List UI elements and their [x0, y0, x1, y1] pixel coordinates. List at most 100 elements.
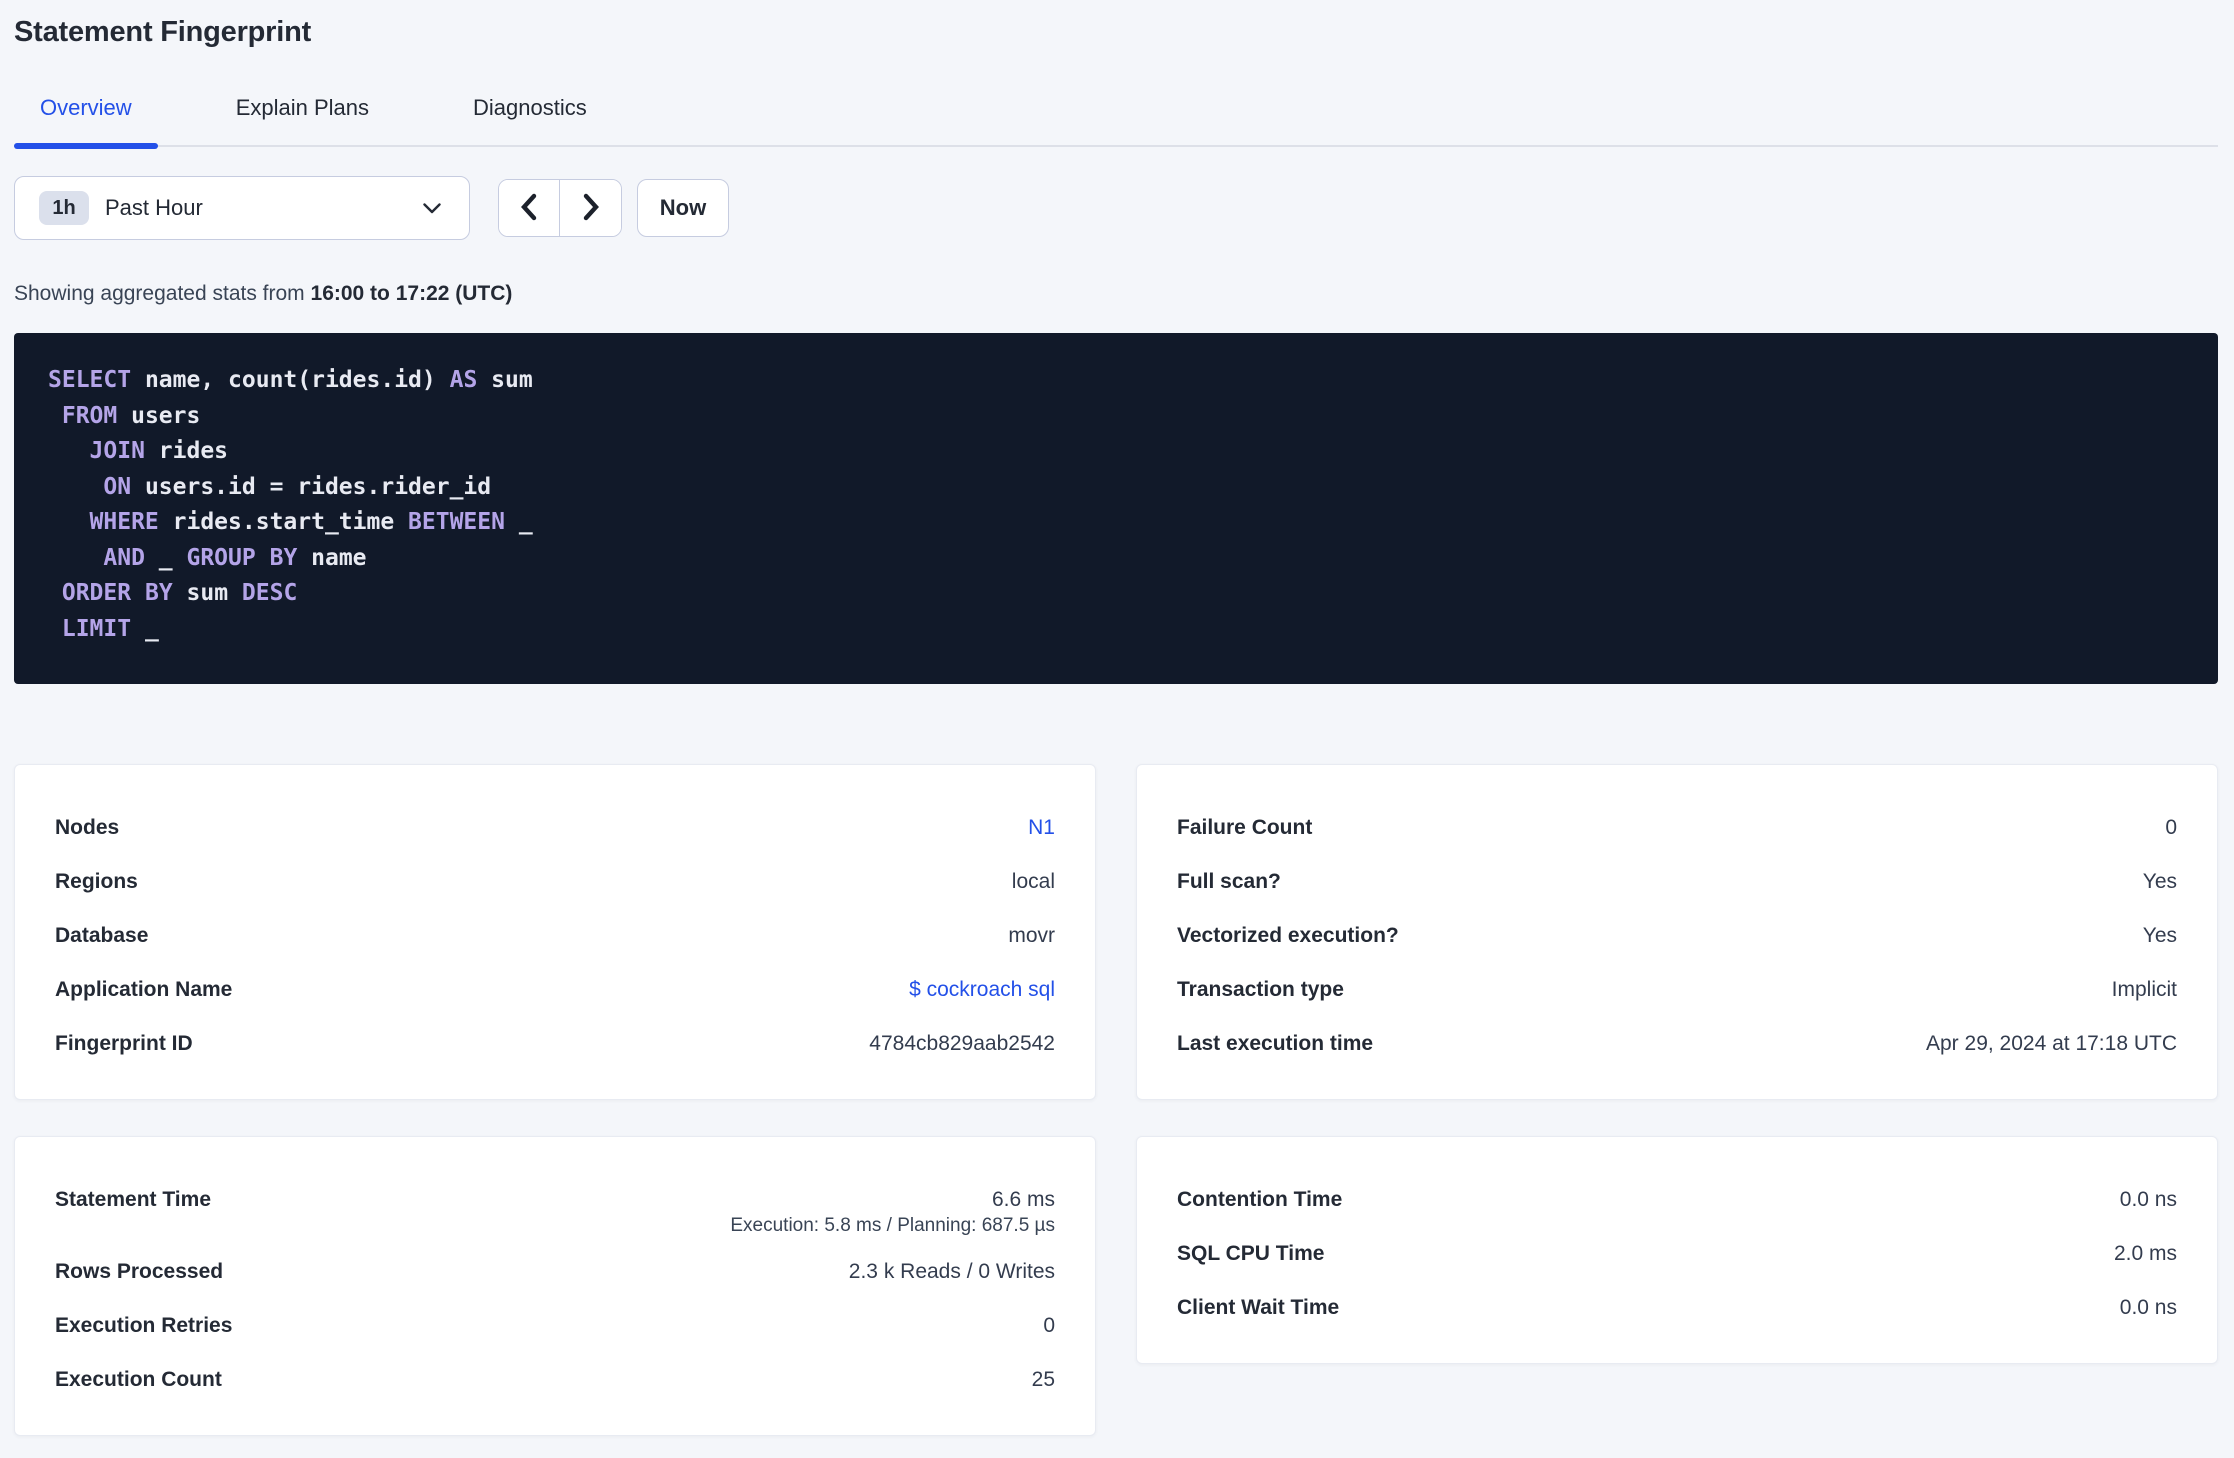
sql-line: LIMIT _: [48, 612, 2184, 648]
sql-text: _: [131, 615, 159, 642]
tab-bar: Overview Explain Plans Diagnostics: [14, 95, 2218, 149]
stat-row: Execution Retries 0: [55, 1299, 1055, 1353]
stat-row: Full scan? Yes: [1177, 855, 2177, 909]
sql-line: FROM users: [48, 399, 2184, 435]
sql-text: sum: [172, 580, 242, 606]
sql-keyword: SELECT: [48, 367, 132, 393]
sql-text: name: [297, 544, 367, 571]
stat-label: Execution Count: [55, 1368, 222, 1391]
stat-row: Failure Count 0: [1177, 801, 2177, 855]
stat-value: movr: [1008, 924, 1055, 947]
card-statement-timing: Statement Time 6.6 ms Execution: 5.8 ms …: [14, 1136, 1096, 1436]
sql-text: rides: [144, 438, 229, 464]
interval-badge: 1h: [39, 191, 89, 225]
now-button[interactable]: Now: [637, 179, 729, 237]
stat-value: 25: [1031, 1368, 1055, 1391]
stat-label: Rows Processed: [55, 1260, 224, 1283]
stat-row: Application Name $ cockroach sql: [55, 963, 1055, 1017]
stat-label: Application Name: [55, 978, 233, 1001]
stat-label: Statement Time: [55, 1188, 211, 1211]
stat-value: Apr 29, 2024 at 17:18 UTC: [1926, 1032, 2177, 1055]
application-link[interactable]: $ cockroach sql: [909, 978, 1055, 1002]
sql-keyword: AS: [449, 367, 478, 393]
stat-row: SQL CPU Time 2.0 ms: [1177, 1227, 2177, 1281]
stat-row: Vectorized execution? Yes: [1177, 909, 2177, 963]
stat-value: 0: [2165, 816, 2177, 839]
stat-label: Full scan?: [1177, 870, 1281, 893]
stat-value: 2.3 k Reads / 0 Writes: [848, 1260, 1055, 1283]
stat-row: Database movr: [55, 909, 1055, 963]
stat-label: Last execution time: [1177, 1032, 1374, 1055]
stat-label: Contention Time: [1177, 1188, 1343, 1211]
stat-row: Execution Count 25: [55, 1353, 1055, 1407]
sql-keyword: BY: [144, 580, 173, 606]
stat-label: Client Wait Time: [1177, 1296, 1340, 1319]
sql-keyword: BY: [269, 544, 298, 571]
sql-line: AND _ GROUP BY name: [48, 541, 2184, 577]
stat-label: Execution Retries: [55, 1314, 233, 1337]
tab-diagnostics[interactable]: Diagnostics: [447, 95, 613, 145]
sql-text: users.id = rides.rider_id: [131, 473, 492, 500]
stat-row: Rows Processed 2.3 k Reads / 0 Writes: [55, 1245, 1055, 1299]
sql-code: SELECT name, count(rides.id) AS sum FROM…: [48, 363, 2184, 647]
stat-label: Vectorized execution?: [1177, 924, 1399, 947]
time-toolbar: 1h Past Hour Now: [14, 176, 2218, 240]
overview-cards: Nodes N1 Regions local Database movr App…: [14, 764, 2218, 1436]
sql-line: SELECT name, count(rides.id) AS sum: [48, 363, 2184, 399]
statement-fingerprint-page: Statement Fingerprint Overview Explain P…: [0, 0, 2234, 1436]
page-title: Statement Fingerprint: [14, 16, 312, 48]
sql-text: users: [117, 402, 201, 429]
sql-keyword: ORDER: [61, 580, 132, 606]
sql-keyword: LIMIT: [61, 615, 132, 642]
sql-keyword: BETWEEN: [408, 509, 505, 535]
prev-interval-button[interactable]: [499, 180, 560, 236]
chevron-down-icon: [423, 202, 441, 214]
sql-keyword: DESC: [241, 580, 298, 606]
sql-text: _: [504, 509, 533, 535]
stat-value: 0: [1043, 1314, 1055, 1337]
stat-label: Transaction type: [1177, 978, 1344, 1001]
stat-label: Regions: [55, 870, 138, 893]
stat-value: local: [1011, 870, 1055, 893]
stat-label: Nodes: [55, 816, 120, 839]
chevron-left-icon: [519, 192, 539, 225]
sql-keyword: ON: [103, 473, 132, 500]
sql-keyword: FROM: [61, 402, 118, 429]
sql-text: name, count(rides.id): [131, 367, 450, 393]
time-interval-dropdown[interactable]: 1h Past Hour: [14, 176, 470, 240]
tab-explain-plans[interactable]: Explain Plans: [210, 95, 395, 145]
sql-line: ORDER BY sum DESC: [48, 576, 2184, 612]
sql-text: sum: [477, 367, 533, 393]
sql-statement-box: SELECT name, count(rides.id) AS sum FROM…: [14, 333, 2218, 684]
stat-row: Nodes N1: [55, 801, 1055, 855]
stat-value: 6.6 ms: [991, 1188, 1055, 1211]
stat-label: Failure Count: [1177, 816, 1313, 839]
stat-row: Contention Time 0.0 ns: [1177, 1173, 2177, 1227]
stat-row: Transaction type Implicit: [1177, 963, 2177, 1017]
stat-value: 2.0 ms: [2113, 1242, 2177, 1265]
card-execution-attributes: Failure Count 0 Full scan? Yes Vectorize…: [1136, 764, 2218, 1100]
sql-text: rides.start_time: [158, 509, 409, 535]
node-link[interactable]: N1: [1028, 816, 1055, 840]
card-resource-usage: Contention Time 0.0 ns SQL CPU Time 2.0 …: [1136, 1136, 2218, 1364]
stats-caption-prefix: Showing aggregated stats from: [14, 282, 311, 305]
stat-value: 0.0 ns: [2119, 1188, 2177, 1211]
sql-line: WHERE rides.start_time BETWEEN _: [48, 505, 2184, 541]
sql-line: JOIN rides: [48, 434, 2184, 470]
sql-text: _: [144, 544, 187, 571]
stat-value: Yes: [2142, 870, 2177, 893]
tab-overview[interactable]: Overview: [14, 95, 158, 149]
stats-caption-range: 16:00 to 17:22 (UTC): [310, 282, 513, 305]
next-interval-button[interactable]: [560, 180, 621, 236]
stat-value: 4784cb829aab2542: [869, 1032, 1055, 1055]
stat-label: Fingerprint ID: [55, 1032, 193, 1055]
sql-line: ON users.id = rides.rider_id: [48, 470, 2184, 506]
